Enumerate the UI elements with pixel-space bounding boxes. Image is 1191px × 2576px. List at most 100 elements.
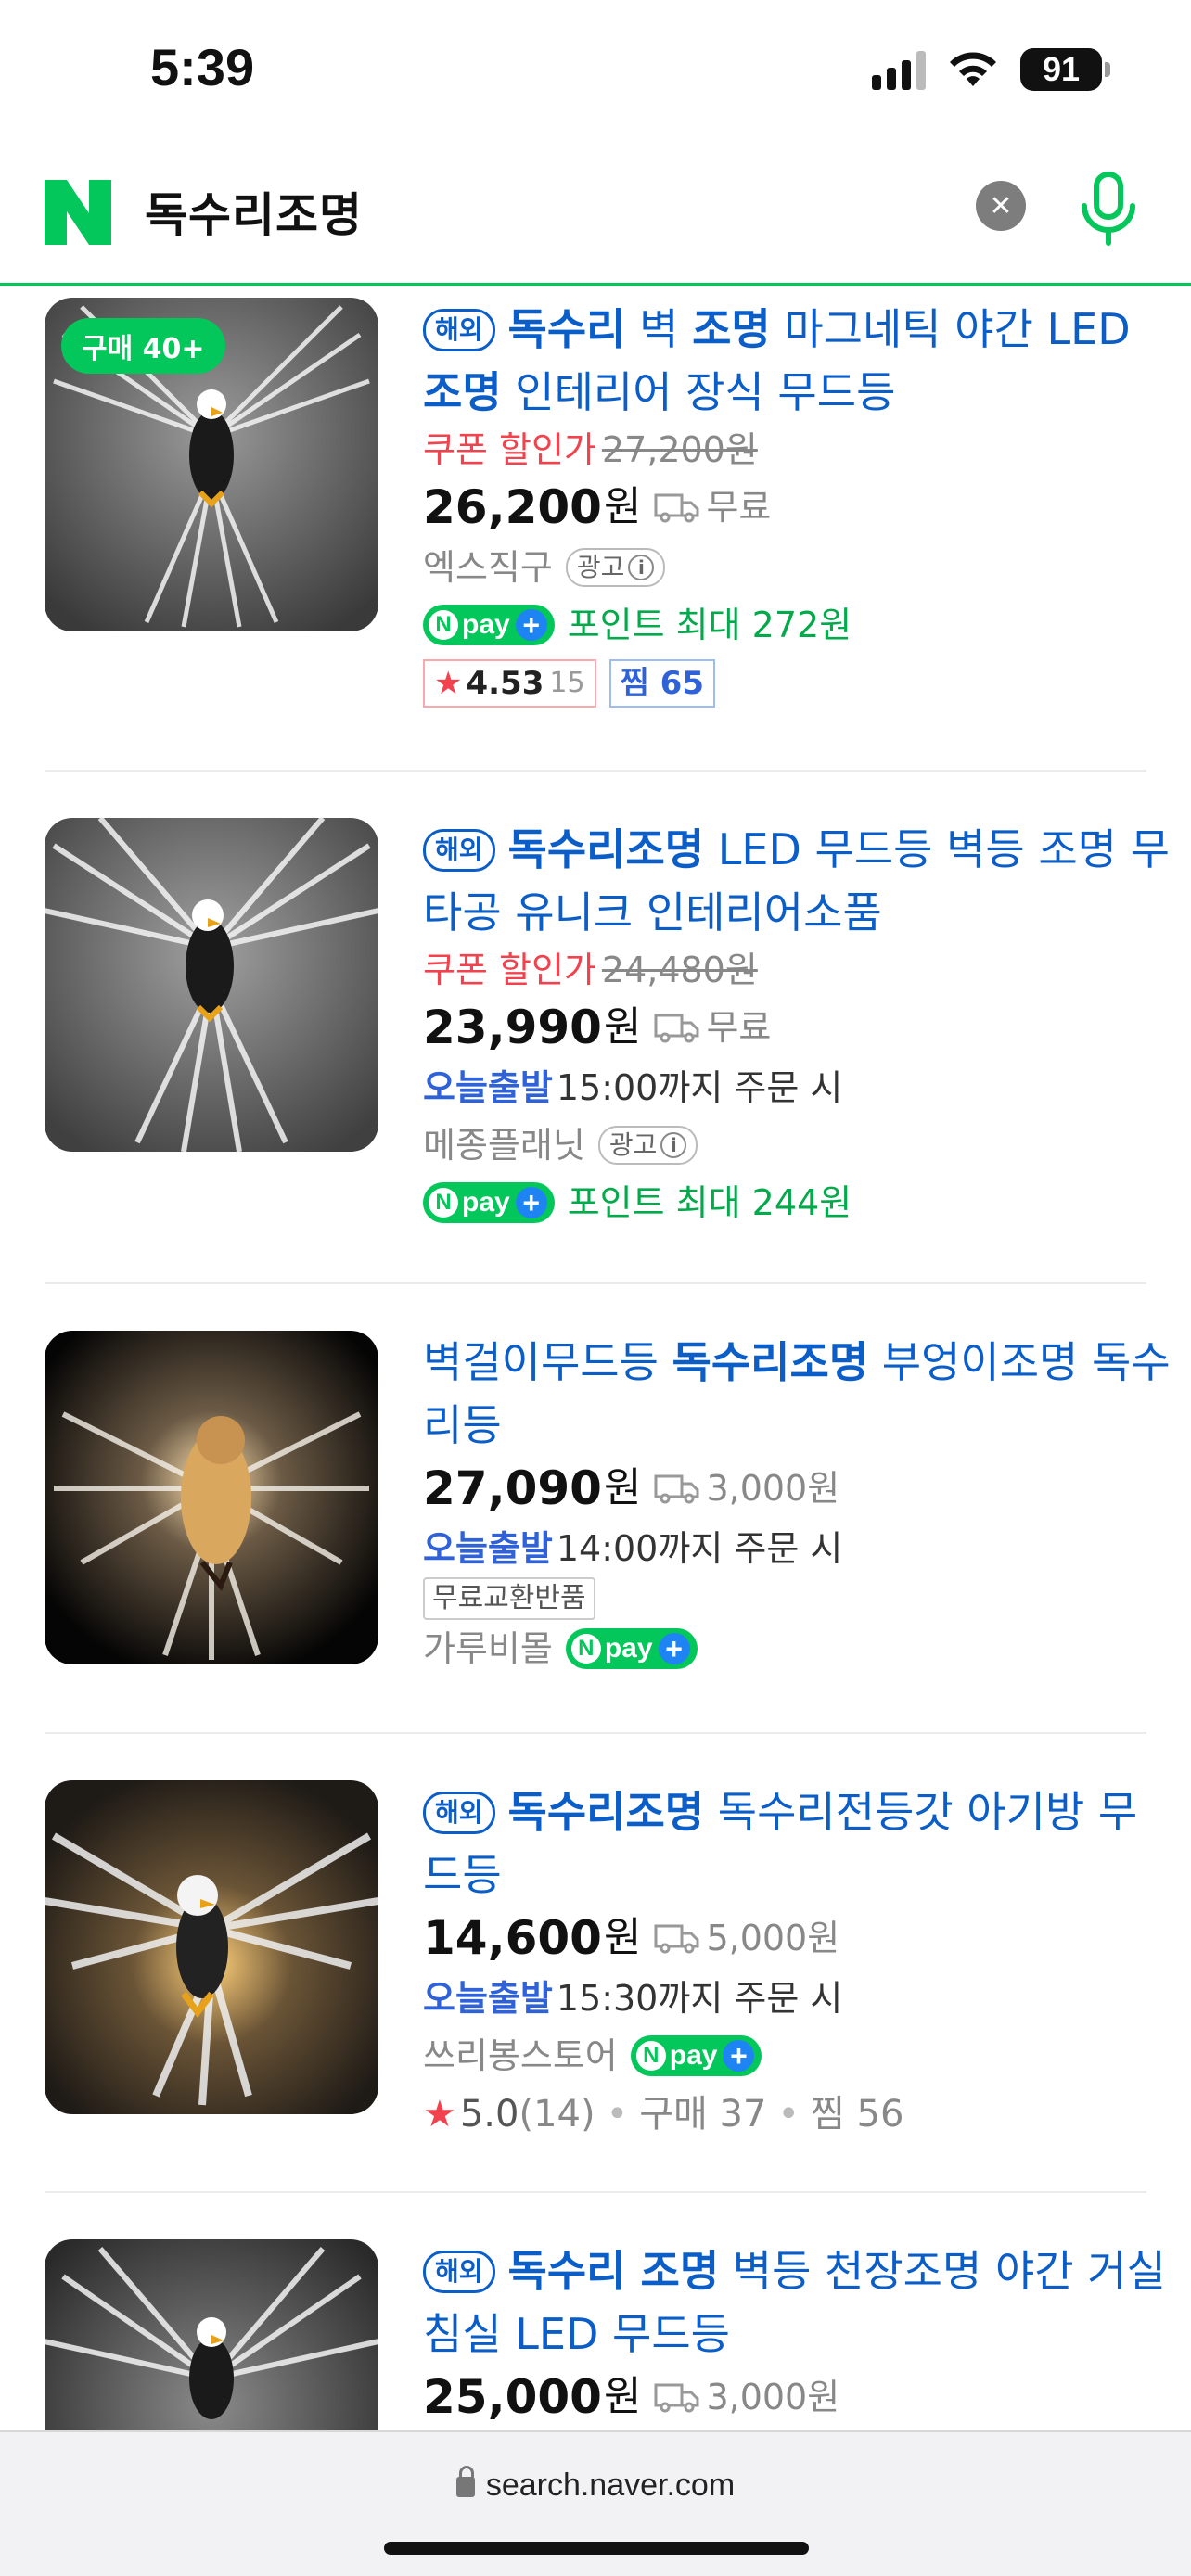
exchange-line: 무료교환반품 (423, 1577, 1174, 1620)
url-bar[interactable]: search.naver.com (0, 2430, 1191, 2576)
npay-logo: Npay + (565, 1628, 698, 1669)
divider (45, 2191, 1146, 2193)
shipping-fee: 3,000원 (706, 1468, 840, 1509)
purchase-count: 구매 37 (639, 2093, 767, 2136)
product-image[interactable] (45, 818, 378, 1152)
free-exchange-badge: 무료교환반품 (423, 1577, 596, 1620)
review-line: ★ 4.53 15 찜 65 (423, 659, 1174, 708)
clear-icon[interactable]: ✕ (976, 181, 1026, 231)
product-image[interactable] (45, 1780, 378, 2114)
divider (45, 1282, 1146, 1284)
truck-icon (654, 1474, 699, 1504)
star-icon: ★ (423, 2093, 456, 2136)
shipping-fee: 무료 (706, 1007, 772, 1048)
divider (45, 770, 1146, 772)
npay-line: Npay + 포인트 최대 272원 (423, 596, 1174, 654)
star-icon: ★ (434, 665, 463, 702)
zzim-badge: 찜 65 (608, 659, 715, 708)
price: 27,090 (423, 1461, 602, 1515)
product-image[interactable] (45, 2239, 378, 2430)
today-ship-label: 오늘출발 (423, 1528, 553, 1569)
truck-icon (654, 1924, 699, 1954)
owl-lamp-image (45, 1331, 378, 1664)
product-info: 해외 독수리 조명 벽등 천장조명 야간 거실 침실 LED 무드등 25,000… (423, 2239, 1174, 2429)
truck-icon (654, 2383, 699, 2413)
mic-icon[interactable] (1076, 171, 1141, 249)
product-title[interactable]: 해외 독수리조명 LED 무드등 벽등 조명 무타공 유니크 인테리어소품 (423, 818, 1174, 944)
eagle-lamp-image (45, 1780, 378, 2114)
shipping-fee: 무료 (706, 487, 772, 528)
price-line: 26,200 원 무료 (423, 476, 1174, 539)
delivery-line: 오늘출발 14:00까지 주문 시 (423, 1520, 1174, 1577)
shipping-fee: 3,000원 (706, 2377, 840, 2417)
price-line: 27,090 원 3,000원 (423, 1457, 1174, 1520)
points-text: 포인트 최대 244원 (567, 1182, 852, 1223)
npay-logo: Npay + (630, 2035, 762, 2076)
battery-icon: 91 (1020, 48, 1110, 91)
npay-line: Npay + 포인트 최대 244원 (423, 1174, 1174, 1231)
price-line: 23,990 원 무료 (423, 996, 1174, 1059)
price: 14,600 (423, 1911, 602, 1965)
seller-line: 가루비몰 Npay + (423, 1620, 1174, 1677)
wifi-icon (950, 52, 996, 86)
seller-line: 쓰리봉스토어 Npay + (423, 2027, 1174, 2085)
buy-count-badge: 구매 40+ (61, 318, 225, 374)
product-title[interactable]: 해외 독수리조명 독수리전등갓 아기방 무드등 (423, 1780, 1174, 1906)
product-image[interactable]: 구매 40+ (45, 298, 378, 631)
signal-icon (872, 49, 926, 90)
overseas-badge: 해외 (423, 309, 495, 351)
eagle-lamp-image (45, 2239, 378, 2430)
overseas-badge: 해외 (423, 829, 495, 872)
product-info: 해외 독수리조명 LED 무드등 벽등 조명 무타공 유니크 인테리어소품 쿠폰 … (423, 818, 1174, 1231)
naver-logo[interactable] (45, 180, 111, 245)
price: 26,200 (423, 480, 602, 534)
overseas-badge: 해외 (423, 2251, 495, 2293)
home-indicator[interactable] (384, 2542, 809, 2555)
coupon-line: 쿠폰 할인가 24,480원 (423, 950, 758, 990)
status-bar: 5:39 91 (0, 0, 1191, 139)
delivery-line: 오늘출발 15:30까지 주문 시 (423, 1970, 1174, 2027)
npay-logo: Npay + (423, 605, 555, 645)
price-line: 25,000 원 3,000원 (423, 2366, 1174, 2429)
status-icons: 91 (872, 48, 1110, 91)
ad-badge[interactable]: 광고 i (597, 1126, 698, 1165)
seller-line: 메종플래닛 광고 i (423, 1116, 1174, 1174)
product-image[interactable] (45, 1331, 378, 1664)
seller-name[interactable]: 쓰리봉스토어 (423, 2027, 618, 2085)
shipping-fee: 5,000원 (706, 1918, 840, 1958)
price-line: 14,600 원 5,000원 (423, 1906, 1174, 1970)
lock-icon (455, 2466, 475, 2497)
info-icon: i (628, 555, 655, 580)
today-ship-label: 오늘출발 (423, 1067, 553, 1108)
overseas-badge: 해외 (423, 1792, 495, 1834)
seller-name[interactable]: 엑스직구 (423, 539, 553, 596)
price: 23,990 (423, 1001, 602, 1054)
npay-logo: Npay + (423, 1182, 555, 1223)
rating-badge: ★ 4.53 15 (423, 659, 596, 708)
product-info: 해외 독수리조명 독수리전등갓 아기방 무드등 14,600 원 5,000원 오늘… (423, 1780, 1174, 2144)
seller-name[interactable]: 가루비몰 (423, 1620, 553, 1677)
url-text[interactable]: search.naver.com (0, 2466, 1191, 2504)
divider (45, 1732, 1146, 1734)
stats-line: ★ 5.0 (14) • 구매 37 • 찜 56 (423, 2085, 1174, 2144)
product-title[interactable]: 벽걸이무드등 독수리조명 부엉이조명 독수리등 (423, 1331, 1174, 1457)
zzim-count: 찜 56 (811, 2093, 904, 2136)
product-info: 벽걸이무드등 독수리조명 부엉이조명 독수리등 27,090 원 3,000원 오… (423, 1331, 1174, 1677)
delivery-line: 오늘출발 15:00까지 주문 시 (423, 1059, 1174, 1116)
seller-name[interactable]: 메종플래닛 (423, 1116, 585, 1174)
truck-icon (654, 1014, 699, 1043)
status-time: 5:39 (150, 38, 255, 96)
search-header: 독수리조명 ✕ (0, 139, 1191, 286)
coupon-line: 쿠폰 할인가 27,200원 (423, 429, 758, 470)
price: 25,000 (423, 2370, 602, 2424)
product-title[interactable]: 해외 독수리 벽 조명 마그네틱 야간 LED 조명 인테리어 장식 무드등 (423, 298, 1174, 424)
product-info: 해외 독수리 벽 조명 마그네틱 야간 LED 조명 인테리어 장식 무드등 쿠폰… (423, 298, 1174, 708)
eagle-lamp-image (45, 818, 378, 1152)
info-icon: i (660, 1132, 687, 1158)
search-input[interactable]: 독수리조명 (145, 178, 363, 245)
truck-icon (654, 493, 699, 523)
ad-badge[interactable]: 광고 i (565, 548, 666, 587)
product-title[interactable]: 해외 독수리 조명 벽등 천장조명 야간 거실 침실 LED 무드등 (423, 2239, 1174, 2366)
seller-line: 엑스직구 광고 i (423, 539, 1174, 596)
today-ship-label: 오늘출발 (423, 1978, 553, 2019)
